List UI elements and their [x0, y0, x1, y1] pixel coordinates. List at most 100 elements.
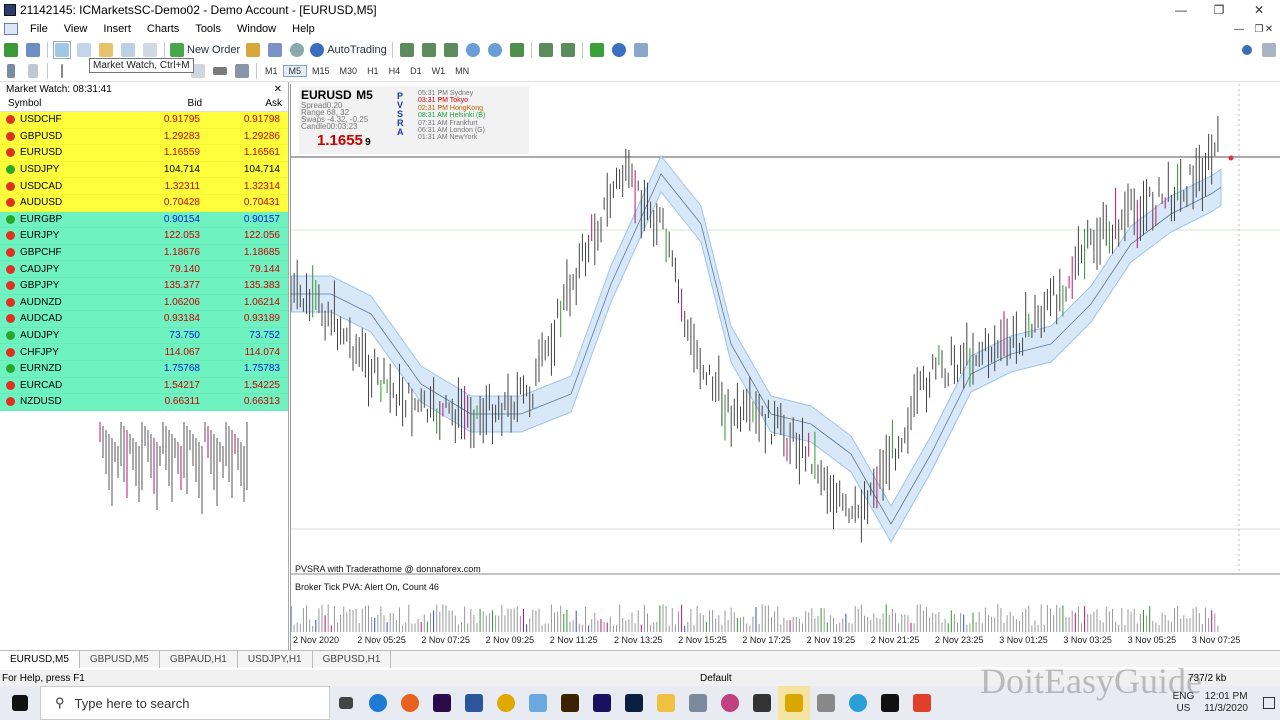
vertical-line-button[interactable] [53, 62, 71, 80]
strategy-tester-button[interactable] [141, 41, 159, 59]
tile-windows-button[interactable] [508, 41, 526, 59]
terminal-button[interactable] [119, 41, 137, 59]
data-window-button[interactable] [75, 41, 93, 59]
tab-gbpusd-h1[interactable]: GBPUSD,H1 [313, 650, 392, 668]
metaeditor-button[interactable] [244, 41, 262, 59]
table-row[interactable]: AUDNZD 1.06206 1.06214 [0, 294, 288, 312]
table-row[interactable]: AUDCAD 0.93184 0.93189 [0, 311, 288, 328]
tab-gbpusd-m5[interactable]: GBPUSD,M5 [80, 650, 160, 668]
tf-m30[interactable]: M30 [335, 66, 363, 76]
zoom-out-button[interactable] [486, 41, 504, 59]
signals-button[interactable] [266, 41, 284, 59]
menu-charts[interactable]: Charts [139, 23, 187, 35]
table-row[interactable]: USDCHF 0.91795 0.91798 [0, 112, 288, 129]
close-button[interactable]: ✕ [1240, 0, 1278, 20]
taskbar-snipping[interactable] [714, 686, 746, 720]
start-button[interactable] [0, 686, 40, 720]
menu-file[interactable]: File [22, 23, 56, 35]
table-row[interactable]: GBPUSD 1.29283 1.29286 [0, 128, 288, 146]
table-row[interactable]: CADJPY 79.140 79.144 [0, 261, 288, 278]
search-button[interactable] [1238, 41, 1256, 59]
tab-eurusd-m5[interactable]: EURUSD,M5 [0, 650, 80, 668]
new-order-button[interactable]: New Order [170, 41, 240, 59]
table-row[interactable]: AUDJPY 73.750 73.752 [0, 327, 288, 345]
taskbar-edge[interactable] [362, 686, 394, 720]
profiles-button[interactable] [24, 41, 42, 59]
indicators-button[interactable] [588, 41, 606, 59]
taskbar-tool[interactable] [810, 686, 842, 720]
tab-usdjpy-h1[interactable]: USDJPY,H1 [238, 650, 313, 668]
table-row[interactable]: EURUSD 1.16559 1.16561 [0, 145, 288, 162]
arrows-button[interactable] [233, 62, 251, 80]
menu-tools[interactable]: Tools [187, 23, 229, 35]
tab-gbpaud-h1[interactable]: GBPAUD,H1 [160, 650, 238, 668]
task-view-button[interactable] [330, 686, 362, 720]
menu-insert[interactable]: Insert [95, 23, 139, 35]
taskbar-illustrator[interactable] [554, 686, 586, 720]
bar-chart-button[interactable] [398, 41, 416, 59]
taskbar-search[interactable]: ⚲ Type here to search [40, 686, 330, 720]
menu-window[interactable]: Window [229, 23, 284, 35]
col-bid[interactable]: Bid [122, 98, 202, 109]
market-button[interactable] [288, 41, 306, 59]
cursor-button[interactable] [2, 62, 20, 80]
tf-d1[interactable]: D1 [405, 66, 427, 76]
table-row[interactable]: USDCAD 1.32311 1.32314 [0, 178, 288, 195]
taskbar-firefox[interactable] [394, 686, 426, 720]
tf-m15[interactable]: M15 [307, 66, 335, 76]
table-row[interactable]: USDJPY 104.714 104.714 [0, 161, 288, 179]
tf-m5[interactable]: M5 [282, 64, 308, 77]
taskbar-app[interactable] [522, 686, 554, 720]
taskbar-notes[interactable] [746, 686, 778, 720]
col-ask[interactable]: Ask [202, 98, 282, 109]
table-row[interactable]: EURCAD 1.54217 1.54225 [0, 377, 288, 395]
tf-mn[interactable]: MN [450, 66, 474, 76]
table-row[interactable]: EURJPY 122.053 122.056 [0, 228, 288, 245]
notifications-button[interactable] [1258, 693, 1280, 713]
chat-button[interactable] [1260, 41, 1278, 59]
taskbar-calculator[interactable] [682, 686, 714, 720]
taskbar-cmd[interactable] [874, 686, 906, 720]
close-icon[interactable]: ✕ [274, 84, 282, 95]
tf-h4[interactable]: H4 [384, 66, 406, 76]
table-row[interactable]: EURGBP 0.90154 0.90157 [0, 211, 288, 229]
navigator-button[interactable] [97, 41, 115, 59]
menu-view[interactable]: View [56, 23, 96, 35]
table-row[interactable]: GBPJPY 135.377 135.383 [0, 277, 288, 295]
table-row[interactable]: CHFJPY 114.067 114.074 [0, 344, 288, 361]
taskbar-photoshop[interactable] [618, 686, 650, 720]
label-button[interactable] [211, 62, 229, 80]
autoscroll-button[interactable] [559, 41, 577, 59]
table-row[interactable]: NZDUSD 0.66311 0.66313 [0, 394, 288, 411]
taskbar-recorder[interactable] [906, 686, 938, 720]
market-watch-button[interactable] [53, 40, 71, 59]
candlesticks-button[interactable] [420, 41, 438, 59]
new-chart-button[interactable] [2, 41, 20, 59]
taskbar-chrome[interactable] [490, 686, 522, 720]
autotrading-button[interactable]: AutoTrading [310, 41, 387, 59]
mdi-close-button[interactable]: ✕ [1258, 20, 1280, 38]
taskbar-aftereffects[interactable] [586, 686, 618, 720]
tf-h1[interactable]: H1 [362, 66, 384, 76]
taskbar-explorer[interactable] [650, 686, 682, 720]
line-chart-button[interactable] [442, 41, 460, 59]
menu-help[interactable]: Help [284, 23, 323, 35]
zoom-in-button[interactable] [464, 41, 482, 59]
table-row[interactable]: GBPCHF 1.18676 1.18685 [0, 244, 288, 262]
tf-w1[interactable]: W1 [427, 66, 451, 76]
templates-button[interactable] [632, 41, 650, 59]
table-row[interactable]: AUDUSD 0.70428 0.70431 [0, 194, 288, 212]
table-row[interactable]: EURNZD 1.75768 1.75783 [0, 360, 288, 378]
taskbar-word[interactable] [458, 686, 490, 720]
periods-button[interactable] [610, 41, 628, 59]
col-symbol[interactable]: Symbol [0, 98, 122, 109]
restore-button[interactable]: ❐ [1200, 0, 1238, 20]
taskbar-metatrader[interactable] [778, 686, 810, 720]
chart-shift-button[interactable] [537, 41, 555, 59]
tf-m1[interactable]: M1 [260, 66, 283, 76]
taskbar-telegram[interactable] [842, 686, 874, 720]
chart-window[interactable]: EURUSD M5 Spread0.20 Range 68, 32 Swaps … [290, 84, 1280, 650]
crosshair-button[interactable] [24, 62, 42, 80]
minimize-button[interactable]: — [1162, 0, 1200, 20]
taskbar-premiere[interactable] [426, 686, 458, 720]
